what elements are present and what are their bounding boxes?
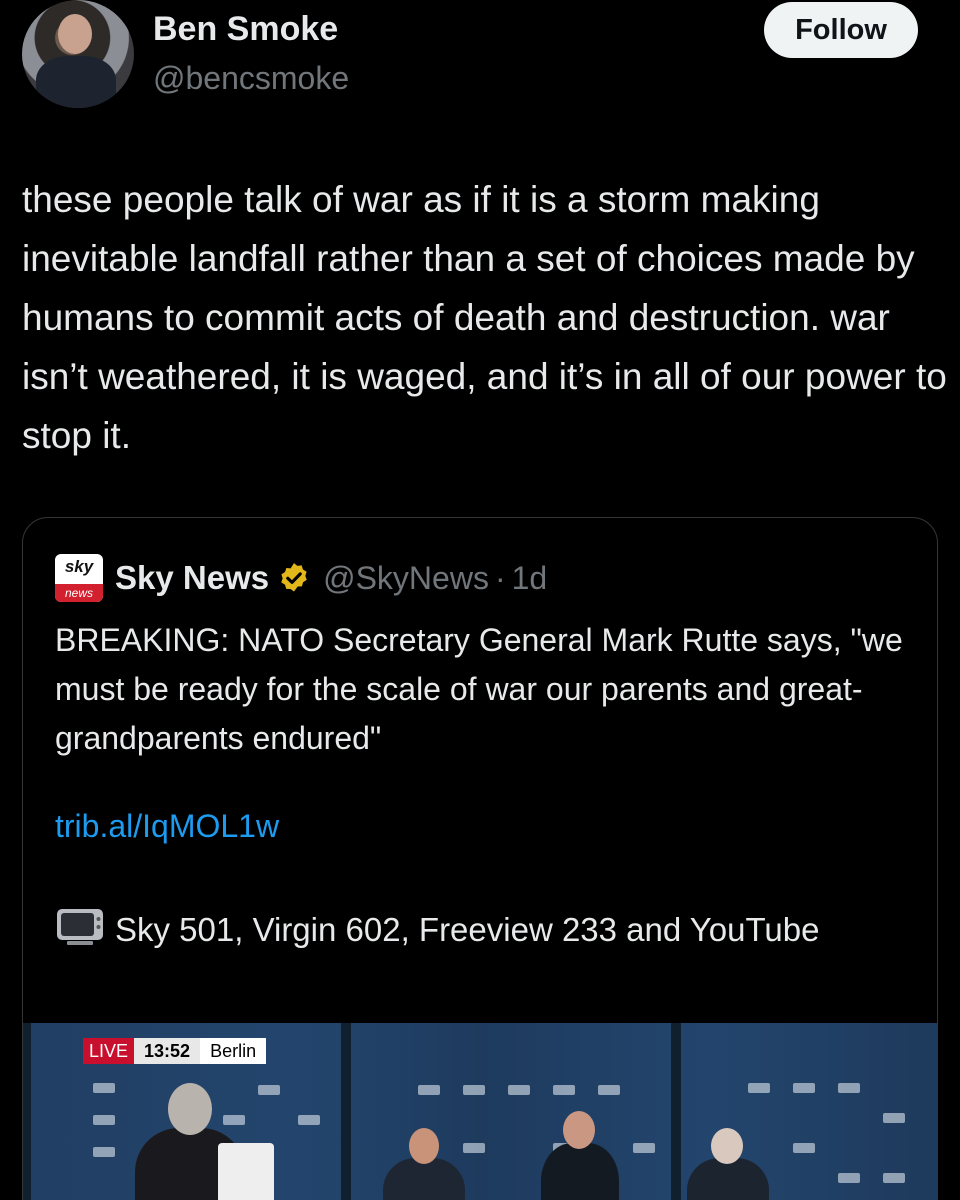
avatar[interactable]: [22, 0, 134, 108]
sky-news-avatar[interactable]: sky news: [55, 554, 103, 602]
separator-dot: ·: [494, 559, 506, 596]
sponsor-logo: [793, 1143, 815, 1153]
sponsor-logo: [223, 1115, 245, 1125]
panelist-right-head: [711, 1128, 743, 1164]
quoted-author-handle[interactable]: @SkyNews: [323, 560, 489, 597]
quoted-timestamp[interactable]: 1d: [512, 560, 548, 597]
panelist-center: [541, 1143, 619, 1200]
quoted-tweet-header: sky news Sky News @SkyNews · 1d: [55, 554, 547, 602]
sponsor-logo: [748, 1083, 770, 1093]
backdrop-divider: [23, 1023, 31, 1200]
sponsor-logo: [838, 1173, 860, 1183]
sponsor-logo: [553, 1085, 575, 1095]
sponsor-logo: [93, 1147, 115, 1157]
sponsor-logo: [298, 1115, 320, 1125]
author-handle[interactable]: @bencsmoke: [153, 60, 349, 97]
quoted-author-name[interactable]: Sky News: [115, 559, 269, 597]
avatar-body: [36, 56, 116, 108]
video-thumbnail[interactable]: LIVE 13:52 Berlin: [23, 1023, 937, 1200]
quoted-tweet-text: BREAKING: NATO Secretary General Mark Ru…: [55, 622, 903, 756]
live-badge: LIVE: [83, 1038, 135, 1064]
live-location: Berlin: [200, 1038, 267, 1064]
panelist-left-head: [409, 1128, 439, 1164]
sponsor-logo: [93, 1083, 115, 1093]
backdrop-divider: [341, 1023, 351, 1200]
quoted-tweet-card[interactable]: sky news Sky News @SkyNews · 1d BREAKING…: [22, 517, 938, 1200]
sky-logo-news: news: [55, 584, 103, 602]
sponsor-logo: [463, 1143, 485, 1153]
sponsor-logo: [633, 1143, 655, 1153]
panelist-right: [687, 1158, 769, 1200]
tweet-header: Ben Smoke @bencsmoke Follow: [0, 0, 960, 120]
author-name[interactable]: Ben Smoke: [153, 10, 338, 49]
sponsor-logo: [508, 1085, 530, 1095]
broadcast-info: Sky 501, Virgin 602, Freeview 233 and Yo…: [55, 906, 915, 954]
sponsor-logo: [93, 1115, 115, 1125]
live-ticker: LIVE 13:52 Berlin: [83, 1038, 267, 1064]
sponsor-logo: [838, 1083, 860, 1093]
sponsor-logo: [883, 1173, 905, 1183]
sponsor-logo: [793, 1083, 815, 1093]
sponsor-logo: [463, 1085, 485, 1095]
panelist-center-head: [563, 1111, 595, 1149]
backdrop-divider: [671, 1023, 681, 1200]
follow-button[interactable]: Follow: [764, 2, 918, 58]
sponsor-logo: [258, 1085, 280, 1095]
sky-logo-word: sky: [64, 557, 94, 576]
panelist-left: [383, 1158, 465, 1200]
broadcast-info-text: Sky 501, Virgin 602, Freeview 233 and Yo…: [115, 911, 820, 948]
avatar-face: [58, 14, 92, 54]
quoted-tweet-link[interactable]: trib.al/IqMOL1w: [55, 808, 279, 845]
tweet-text: these people talk of war as if it is a s…: [22, 179, 947, 456]
television-icon: [57, 909, 103, 945]
lectern: [218, 1143, 274, 1200]
sponsor-logo: [418, 1085, 440, 1095]
sponsor-logo: [883, 1113, 905, 1123]
sponsor-logo: [598, 1085, 620, 1095]
speaker-head: [168, 1083, 212, 1135]
live-clock: 13:52: [134, 1038, 201, 1064]
verified-badge-icon: [281, 563, 307, 592]
